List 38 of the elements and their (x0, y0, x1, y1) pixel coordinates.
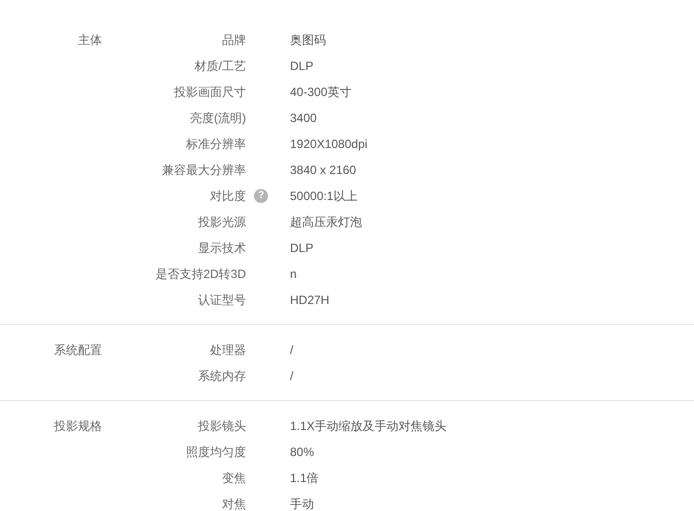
spec-value: 1920X1080dpi (290, 137, 368, 151)
spec-label: 投影画面尺寸 (174, 84, 246, 100)
spec-label: 处理器 (210, 342, 246, 358)
section-title: 投影规格 (54, 419, 102, 433)
spec-label: 标准分辨率 (186, 136, 246, 152)
spec-value: n (290, 267, 297, 281)
spec-label: 投影镜头 (198, 418, 246, 434)
spec-value: 1.1X手动缩放及手动对焦镜头 (290, 418, 447, 434)
spec-label: 是否支持2D转3D (155, 266, 246, 282)
spec-label: 亮度(流明) (190, 110, 246, 126)
spec-value: 手动 (290, 496, 314, 511)
spec-value: / (290, 369, 294, 383)
section-title: 系统配置 (54, 343, 102, 357)
spec-label: 显示技术 (198, 240, 246, 256)
spec-value: 奥图码 (290, 32, 326, 48)
section-title: 主体 (78, 33, 102, 47)
spec-value: 1.1倍 (290, 470, 319, 486)
spec-value: DLP (290, 241, 314, 255)
spec-value: / (290, 343, 294, 357)
spec-value: DLP (290, 59, 314, 73)
spec-label: 兼容最大分辨率 (162, 162, 246, 178)
spec-label: 认证型号 (198, 292, 246, 308)
spec-label: 变焦 (222, 470, 246, 486)
spec-label: 系统内存 (198, 368, 246, 384)
spec-label: 对比度 (210, 188, 246, 204)
spec-value: 80% (290, 445, 314, 459)
spec-label: 照度均匀度 (186, 444, 246, 460)
spec-value: 40-300英寸 (290, 84, 352, 100)
spec-label: 品牌 (222, 32, 246, 48)
spec-value: 3840 x 2160 (290, 163, 356, 177)
spec-value: 超高压汞灯泡 (290, 214, 362, 230)
spec-label: 对焦 (222, 496, 246, 511)
spec-label: 投影光源 (198, 214, 246, 230)
help-icon[interactable]: ? (254, 189, 268, 203)
spec-value: 3400 (290, 111, 317, 125)
spec-value: 50000:1以上 (290, 188, 358, 204)
spec-label: 材质/工艺 (194, 58, 246, 74)
spec-value: HD27H (290, 293, 330, 307)
